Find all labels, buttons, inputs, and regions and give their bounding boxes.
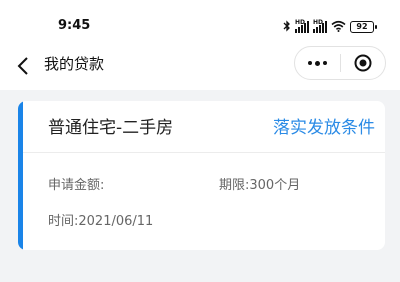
signal-icon: HD xyxy=(313,19,327,33)
term-value: 300个月 xyxy=(249,178,301,193)
status-time: 9:45 xyxy=(58,18,91,33)
nav-bar: 我的贷款 xyxy=(0,44,400,90)
term-row: 期限:300个月 xyxy=(219,177,300,195)
term-label: 期限: xyxy=(219,178,250,193)
target-circle-icon xyxy=(354,54,372,72)
top-bar: 9:45 HD HD 92 我的贷款 xyxy=(0,0,400,90)
page-title: 我的贷款 xyxy=(44,55,105,73)
signal-icon: HD xyxy=(295,19,309,33)
more-button[interactable] xyxy=(295,47,340,79)
time-label: 时间: xyxy=(48,214,79,229)
status-icons: HD HD 92 xyxy=(283,17,377,36)
card-header: 普通住宅-二手房 落实发放条件 xyxy=(23,101,385,153)
bluetooth-icon xyxy=(283,17,291,36)
amount-label: 申请金额: xyxy=(48,178,105,193)
status-bar: 9:45 HD HD 92 xyxy=(0,0,400,44)
time-row: 时间:2021/06/11 xyxy=(48,213,153,231)
amount-row: 申请金额: xyxy=(48,177,104,195)
loan-title: 普通住宅-二手房 xyxy=(48,118,174,138)
wifi-icon xyxy=(331,17,346,36)
more-dots-icon xyxy=(308,61,312,65)
back-button[interactable] xyxy=(10,50,36,82)
loan-card[interactable]: 普通住宅-二手房 落实发放条件 申请金额: 期限:300个月 时间:2021/0… xyxy=(18,101,385,250)
battery-icon: 92 xyxy=(350,20,377,33)
condition-link[interactable]: 落实发放条件 xyxy=(273,117,375,139)
mini-program-capsule xyxy=(294,46,386,80)
close-button[interactable] xyxy=(341,47,385,79)
chevron-left-icon xyxy=(17,57,28,75)
time-value: 2021/06/11 xyxy=(78,214,154,229)
